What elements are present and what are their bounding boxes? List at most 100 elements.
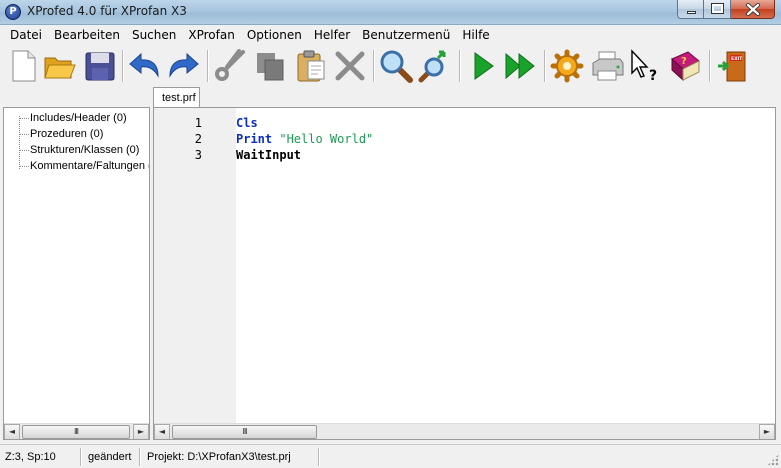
tree-item-label: Kommentare/Faltungen (0) [30, 160, 150, 172]
maximize-button[interactable] [704, 0, 731, 19]
code-line[interactable]: 3 WaitInput [154, 147, 774, 163]
scissors-icon [215, 49, 245, 81]
tree-branch [19, 118, 29, 119]
maximize-icon [711, 3, 724, 14]
search-replace-icon [418, 50, 446, 83]
open-file-button[interactable] [43, 49, 77, 83]
svg-text:?: ? [649, 68, 657, 83]
settings-button[interactable] [550, 49, 584, 83]
print-button[interactable] [590, 49, 624, 83]
minimize-icon [687, 11, 696, 14]
toolbar-separator [544, 50, 546, 82]
exit-button[interactable]: EXIT [715, 49, 749, 83]
new-file-icon [12, 50, 36, 82]
scroll-right-arrow[interactable]: ► [133, 424, 149, 439]
pointer-help-icon: ? [631, 49, 657, 84]
open-folder-icon [44, 57, 76, 79]
redo-button[interactable] [166, 49, 200, 83]
line-number: 1 [194, 116, 202, 130]
code-editor[interactable]: 1 Cls 2 Print "Hello World" 3 WaitInput ◄ III… [153, 107, 776, 440]
delete-button[interactable] [333, 49, 367, 83]
save-disk-icon [85, 52, 115, 81]
code-explorer-tree: Includes/Header (0) Prozeduren (0) Struk… [3, 107, 150, 440]
copy-button[interactable] [253, 49, 287, 83]
tree-item-label: Includes/Header (0) [30, 112, 127, 124]
toolbar-separator [709, 50, 711, 82]
tree-item-includes[interactable]: Includes/Header (0) [4, 110, 149, 126]
menu-helfer[interactable]: Helfer [308, 25, 356, 44]
code-text: Print "Hello World" [236, 132, 373, 146]
tree-branch [19, 150, 29, 151]
search-button[interactable] [379, 49, 413, 83]
line-number: 2 [194, 132, 202, 146]
editor-horizontal-scrollbar[interactable]: ◄ III ► [154, 423, 775, 439]
toolbar-separator [122, 50, 124, 82]
menu-xprofan[interactable]: XProfan [182, 25, 240, 44]
close-icon [746, 3, 760, 16]
magnifier-icon [380, 50, 413, 83]
undo-icon [129, 52, 159, 78]
resize-grip[interactable] [767, 454, 779, 466]
run-fast-button[interactable] [503, 49, 537, 83]
close-button[interactable] [731, 0, 775, 19]
tree-item-structures[interactable]: Strukturen/Klassen (0) [4, 142, 149, 158]
toolbar-separator [459, 50, 461, 82]
app-icon[interactable]: P [5, 4, 21, 20]
play-icon [474, 52, 494, 80]
tree-branch [19, 166, 29, 167]
code-token-str: "Hello World" [279, 132, 374, 146]
status-divider [139, 448, 141, 466]
help-book-icon: ? [671, 51, 700, 82]
paste-button[interactable] [294, 49, 328, 83]
title-bar[interactable]: P XProfed 4.0 für XProfan X3 [0, 0, 781, 25]
new-file-button[interactable] [7, 49, 41, 83]
code-line[interactable]: 1 Cls [154, 115, 774, 131]
copy-icon [257, 53, 284, 81]
tab-test-prf[interactable]: test.prf [153, 87, 200, 108]
menu-suchen[interactable]: Suchen [126, 25, 182, 44]
tree-item-procedures[interactable]: Prozeduren (0) [4, 126, 149, 142]
menu-optionen[interactable]: Optionen [241, 25, 308, 44]
replace-button[interactable] [418, 49, 452, 83]
scroll-left-arrow[interactable]: ◄ [4, 424, 20, 439]
menu-benutzermenu[interactable]: Benutzermenü [356, 25, 456, 44]
line-number: 3 [194, 148, 202, 162]
toolbar: ? ? EXIT [0, 44, 781, 88]
menu-bar: Datei Bearbeiten Suchen XProfan Optionen… [0, 25, 781, 44]
help-book-button[interactable]: ? [668, 49, 702, 83]
minimize-button[interactable] [677, 0, 704, 19]
tree-item-label: Prozeduren (0) [30, 128, 104, 140]
code-token-kw: Cls [236, 116, 258, 130]
svg-text:?: ? [681, 56, 687, 67]
undo-button[interactable] [128, 49, 162, 83]
save-button[interactable] [83, 49, 117, 83]
redo-icon [169, 52, 199, 78]
clipboard-icon [297, 50, 325, 82]
scroll-right-arrow[interactable]: ► [759, 424, 775, 439]
tree-item-comments[interactable]: Kommentare/Faltungen (0) [4, 158, 150, 174]
app-window: P XProfed 4.0 für XProfan X3 Datei Bearb… [0, 0, 781, 468]
code-line[interactable]: 2 Print "Hello World" [154, 131, 774, 147]
tree-horizontal-scrollbar[interactable]: ◄ III ► [4, 423, 149, 439]
delete-x-icon [335, 51, 365, 81]
context-help-button[interactable]: ? [628, 49, 662, 84]
window-title: XProfed 4.0 für XProfan X3 [27, 4, 187, 18]
toolbar-separator [207, 50, 209, 82]
run-button[interactable] [466, 49, 500, 83]
status-divider [318, 448, 320, 466]
code-text: WaitInput [236, 148, 301, 162]
exit-door-icon: EXIT [718, 51, 746, 82]
printer-icon [592, 51, 624, 81]
exit-label: EXIT [731, 56, 743, 62]
scrollbar-thumb[interactable]: III [22, 425, 130, 439]
scroll-left-arrow[interactable]: ◄ [154, 424, 170, 439]
scrollbar-thumb[interactable]: III [172, 425, 317, 439]
cut-button[interactable] [213, 49, 247, 83]
status-modified: geändert [88, 451, 132, 463]
code-text: Cls [236, 116, 258, 130]
status-bar: Z:3, Sp:10 geändert Projekt: D:\XProfanX… [0, 444, 781, 468]
menu-hilfe[interactable]: Hilfe [456, 25, 495, 44]
menu-datei[interactable]: Datei [4, 25, 48, 44]
menu-bearbeiten[interactable]: Bearbeiten [48, 25, 126, 44]
code-token-plain: WaitInput [236, 148, 302, 162]
